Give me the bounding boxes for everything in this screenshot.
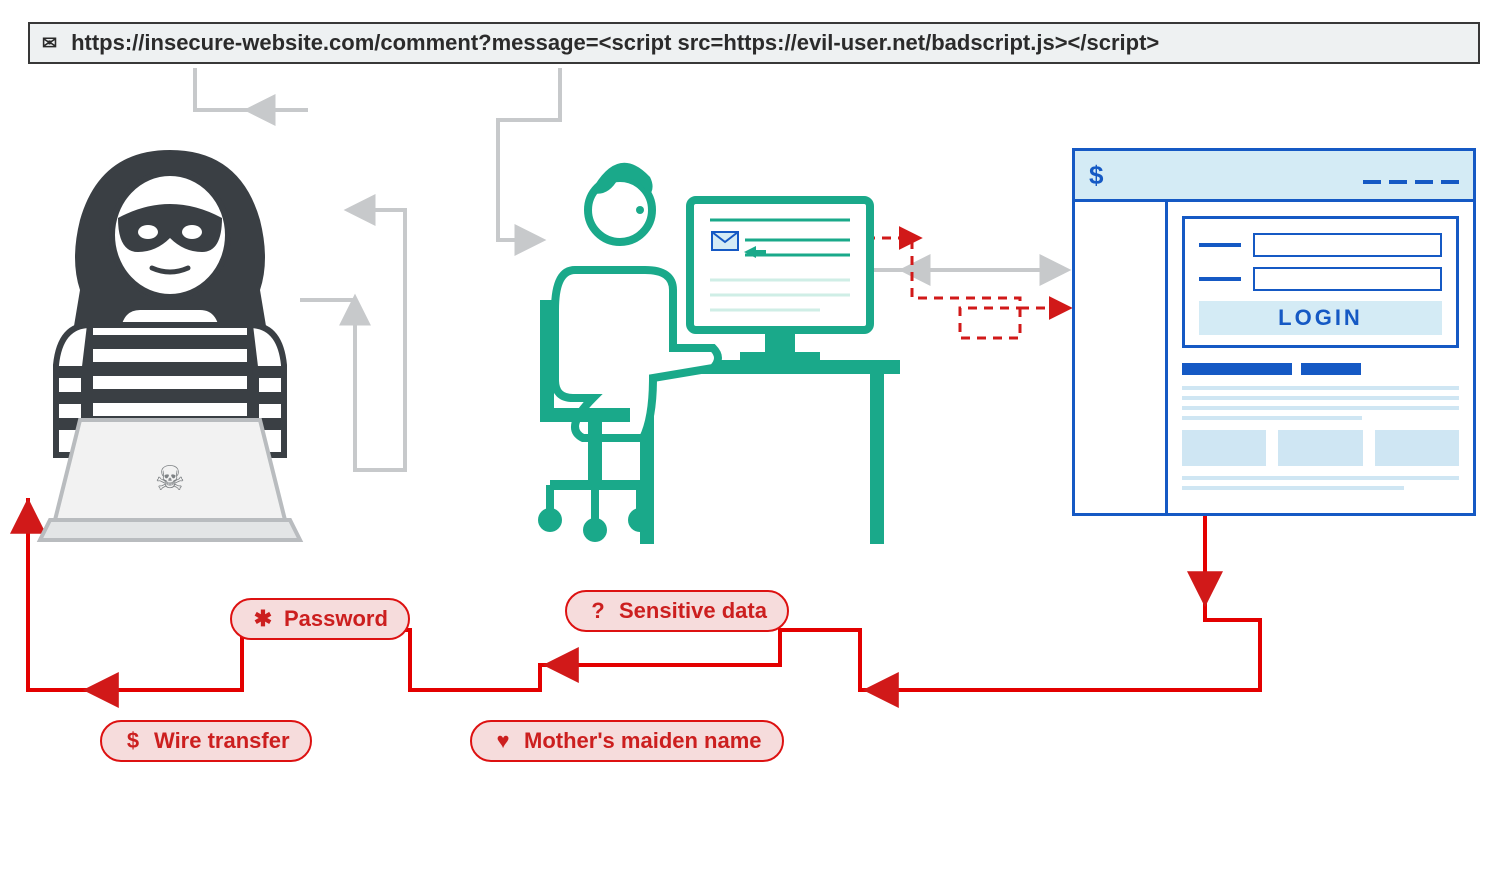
malicious-url-text: https://insecure-website.com/comment?mes…: [71, 30, 1159, 56]
pill-maiden: ♥ Mother's maiden name: [470, 720, 784, 762]
pill-maiden-label: Mother's maiden name: [524, 728, 762, 754]
login-button[interactable]: LOGIN: [1199, 301, 1442, 335]
password-field[interactable]: [1253, 267, 1442, 291]
pill-password-label: Password: [284, 606, 388, 632]
pill-sensitive: ? Sensitive data: [565, 590, 789, 632]
skull-icon: ☠: [155, 460, 185, 498]
question-icon: ?: [587, 598, 609, 624]
bank-titlebar: $: [1075, 151, 1473, 202]
envelope-icon: ✉: [42, 33, 57, 54]
pill-wire: $ Wire transfer: [100, 720, 312, 762]
malicious-url-bar: ✉ https://insecure-website.com/comment?m…: [28, 22, 1480, 64]
dollar-icon: $: [1089, 160, 1103, 191]
xss-attack-diagram: ☠: [0, 0, 1508, 884]
heart-icon: ♥: [492, 728, 514, 754]
bank-sidebar: [1075, 202, 1168, 513]
window-controls: [1355, 160, 1459, 191]
username-field[interactable]: [1253, 233, 1442, 257]
dollar-icon: $: [122, 728, 144, 754]
asterisk-icon: ✱: [252, 606, 274, 632]
pill-password: ✱ Password: [230, 598, 410, 640]
bank-website: $ LOGIN: [1072, 148, 1476, 516]
attacker-illustration: ☠: [40, 150, 300, 540]
victim-illustration: [538, 163, 900, 544]
pill-sensitive-label: Sensitive data: [619, 598, 767, 624]
pill-wire-label: Wire transfer: [154, 728, 290, 754]
login-form: LOGIN: [1182, 216, 1459, 348]
